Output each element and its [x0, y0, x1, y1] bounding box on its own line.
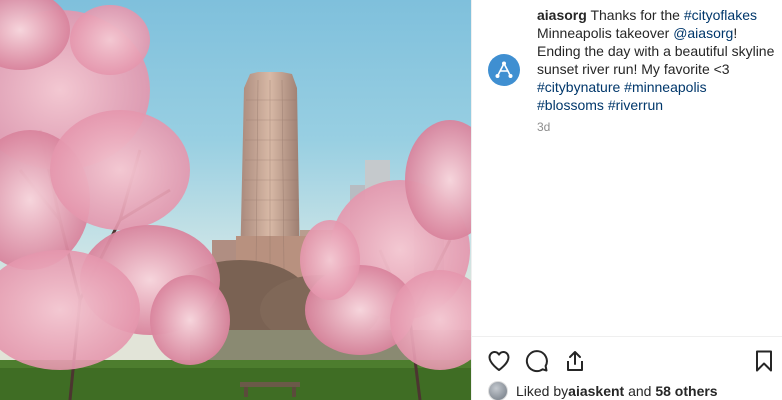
hashtag-link[interactable]: #blossoms: [537, 97, 604, 113]
heart-icon: [488, 351, 510, 371]
skyline-blossom-photo: [0, 0, 471, 400]
hashtag-link[interactable]: #minneapolis: [624, 79, 707, 95]
save-button[interactable]: [751, 348, 777, 374]
comment-button[interactable]: [524, 348, 550, 374]
likes-summary[interactable]: Liked by aiaskent and 58 others: [488, 381, 718, 400]
likes-others-link[interactable]: 58 others: [655, 383, 717, 399]
bookmark-icon: [756, 350, 772, 372]
liker-avatar[interactable]: [488, 381, 508, 400]
comment-icon: [525, 350, 548, 373]
post-side-panel: aiasorg Thanks for the #cityoflakes Minn…: [471, 0, 782, 400]
post-timestamp[interactable]: 3d: [537, 120, 550, 134]
like-button[interactable]: [486, 348, 512, 374]
actions-divider: [472, 336, 782, 337]
share-button[interactable]: [562, 348, 588, 374]
caption-fragment: Thanks for the: [590, 7, 684, 23]
mention-link[interactable]: @aiasorg: [673, 25, 733, 41]
aia-logo-icon: [495, 61, 513, 78]
share-icon: [567, 351, 583, 371]
hashtag-link[interactable]: #citybynature: [537, 79, 620, 95]
likes-prefix: Liked by: [516, 383, 569, 399]
post-caption: aiasorg Thanks for the #cityoflakes Minn…: [537, 6, 775, 114]
profile-avatar[interactable]: [488, 54, 520, 86]
hashtag-link[interactable]: #riverrun: [608, 97, 663, 113]
hashtag-link[interactable]: #cityoflakes: [684, 7, 757, 23]
caption-fragment: Minneapolis takeover: [537, 25, 674, 41]
likes-middle: and: [624, 383, 656, 399]
post-photo[interactable]: [0, 0, 471, 400]
liker-username[interactable]: aiaskent: [568, 383, 624, 399]
caption-username[interactable]: aiasorg: [537, 7, 587, 23]
